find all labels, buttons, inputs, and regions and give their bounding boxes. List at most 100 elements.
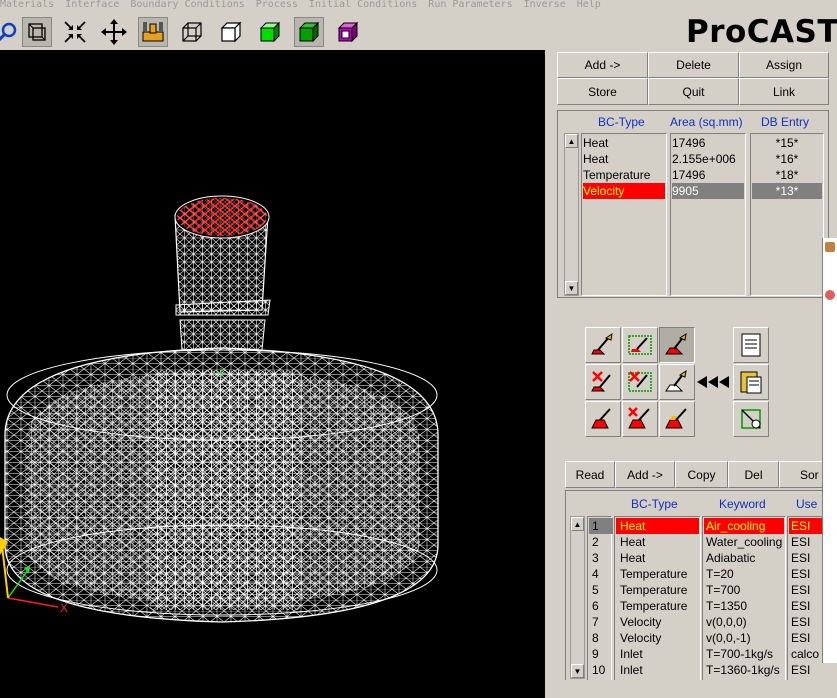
table-row[interactable]: T=1360-1kg/s — [704, 662, 784, 678]
store-button[interactable]: Store — [557, 78, 648, 105]
row-number: 6 — [592, 599, 599, 613]
read-button[interactable]: Read — [565, 461, 615, 488]
table-row[interactable]: Inlet — [616, 646, 699, 662]
table-row[interactable]: Velocity — [616, 630, 699, 646]
menu-materials[interactable]: Materials — [0, 0, 54, 10]
assigned-bc-table: BC-Type Area (sq.mm) DB Entry ▲ ▼ Heat H… — [557, 110, 829, 298]
table-row[interactable]: v(0,0,-1) — [704, 630, 784, 646]
row-number: 7 — [592, 615, 599, 629]
list-item-selected[interactable]: 9905 — [672, 183, 744, 199]
table-row[interactable]: T=20 — [704, 566, 784, 582]
list-icon[interactable] — [733, 327, 769, 363]
list-item[interactable]: *16* — [752, 151, 822, 167]
assigned-scrollbar[interactable]: ▲ ▼ — [564, 133, 579, 296]
add-from-db-button[interactable]: Add -> — [615, 461, 675, 488]
database-scrollbar[interactable]: ▲ ▼ — [570, 516, 585, 679]
table-row[interactable]: T=700 — [704, 582, 784, 598]
list-item[interactable]: *15* — [752, 135, 822, 151]
remove-box-icon[interactable] — [622, 364, 658, 400]
no-selection-icon[interactable] — [733, 401, 769, 437]
scroll-down-arrow-icon[interactable]: ▼ — [565, 281, 578, 295]
paste-icon[interactable] — [733, 364, 769, 400]
assign-face-icon[interactable] — [585, 327, 621, 363]
table-row[interactable]: Heat — [616, 550, 699, 566]
shade-face-icon[interactable] — [659, 401, 695, 437]
list-item[interactable]: 17496 — [672, 135, 744, 151]
table-row-selected[interactable]: Heat — [616, 518, 699, 534]
scroll-up-arrow-icon[interactable]: ▲ — [565, 134, 578, 148]
link-button[interactable]: Link — [739, 78, 829, 105]
assign-button[interactable]: Assign — [739, 52, 829, 78]
list-item-selected[interactable]: *13* — [752, 183, 822, 199]
row-number: 3 — [592, 551, 599, 565]
table-row[interactable]: Velocity — [616, 614, 699, 630]
header-db-entry: DB Entry — [761, 115, 810, 129]
add-button[interactable]: Add -> — [557, 52, 648, 78]
table-row[interactable]: Inlet — [616, 662, 699, 678]
hidden-line-cube-icon[interactable] — [216, 17, 246, 47]
header-bc-type: BC-Type — [598, 115, 645, 129]
copy-button[interactable]: Copy — [675, 461, 728, 488]
menu-boundary-conditions[interactable]: Boundary Conditions — [130, 0, 244, 10]
header-keyword: Keyword — [719, 497, 766, 511]
material-cube-icon[interactable] — [333, 17, 363, 47]
table-row[interactable]: Temperature — [616, 598, 699, 614]
table-row[interactable]: ESI — [789, 662, 837, 678]
casting-model-icon[interactable] — [138, 17, 168, 47]
table-row[interactable]: T=1350 — [704, 598, 784, 614]
solid-cube-icon[interactable] — [294, 17, 324, 47]
remove-fill-icon[interactable] — [622, 401, 658, 437]
list-item[interactable]: 17496 — [672, 167, 744, 183]
shrink-icon[interactable] — [60, 17, 90, 47]
table-row[interactable]: Water_cooling — [704, 534, 784, 550]
del-button[interactable]: Del — [728, 461, 779, 488]
zoom-icon[interactable] — [0, 17, 22, 47]
table-row[interactable]: Temperature — [616, 566, 699, 582]
menu-interface[interactable]: Interface — [65, 0, 119, 10]
table-row[interactable]: v(0,0,0) — [704, 614, 784, 630]
edit-mesh-icon[interactable] — [659, 364, 695, 400]
table-row-selected[interactable]: Air_cooling — [704, 518, 784, 534]
menu-help[interactable]: Help — [577, 0, 601, 10]
area-column: 17496 2.155e+006 17496 9905 — [670, 133, 746, 296]
row-number: 10 — [592, 663, 606, 677]
3d-viewport[interactable]: X — [0, 50, 545, 698]
window-app-icon — [825, 242, 835, 252]
window-app-icon — [825, 290, 835, 300]
list-item[interactable]: Temperature — [583, 167, 665, 183]
db-bc-type-column: Heat Heat Heat Temperature Temperature T… — [614, 516, 701, 680]
assign-box-icon[interactable] — [622, 327, 658, 363]
fit-view-icon[interactable] — [22, 17, 52, 47]
number-column: 1 2 3 4 5 6 7 8 9 10 — [587, 516, 613, 680]
scroll-down-arrow-icon[interactable]: ▼ — [571, 664, 584, 678]
table-row[interactable]: Adiabatic — [704, 550, 784, 566]
menu-initial-conditions[interactable]: Initial Conditions — [309, 0, 417, 10]
move-icon[interactable] — [99, 17, 129, 47]
menu-process[interactable]: Process — [256, 0, 298, 10]
bc-panel: Add -> Delete Assign Store Quit Link BC-… — [545, 50, 837, 698]
wireframe-cube-icon[interactable] — [177, 17, 207, 47]
remove-face-icon[interactable] — [585, 364, 621, 400]
table-row[interactable]: Temperature — [616, 582, 699, 598]
table-row[interactable]: Heat — [616, 534, 699, 550]
shaded-cube-icon[interactable] — [255, 17, 285, 47]
list-item[interactable]: Heat — [583, 135, 665, 151]
row-number: 5 — [592, 583, 599, 597]
table-row[interactable]: T=700-1kg/s — [704, 646, 784, 662]
scroll-up-arrow-icon[interactable]: ▲ — [571, 517, 584, 531]
menu-inverse[interactable]: Inverse — [524, 0, 566, 10]
menu-run-parameters[interactable]: Run Parameters — [428, 0, 512, 10]
assign-all-icon[interactable] — [659, 327, 695, 363]
procast-logo: ProCAST — [686, 14, 837, 50]
fill-face-icon[interactable] — [585, 401, 621, 437]
list-item[interactable]: *18* — [752, 167, 822, 183]
row-number: 2 — [592, 535, 599, 549]
list-item[interactable]: 2.155e+006 — [672, 151, 744, 167]
delete-button[interactable]: Delete — [648, 52, 739, 78]
list-item-selected[interactable]: Velocity — [583, 183, 665, 199]
quit-button[interactable]: Quit — [648, 78, 739, 105]
rewind-icon[interactable] — [696, 364, 732, 400]
list-item[interactable]: Heat — [583, 151, 665, 167]
keyword-column: Air_cooling Water_cooling Adiabatic T=20… — [702, 516, 786, 680]
row-number: 9 — [592, 647, 599, 661]
